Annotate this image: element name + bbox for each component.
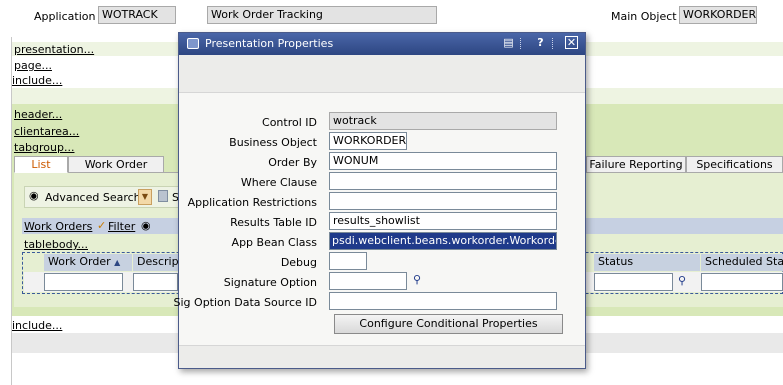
order-by-field[interactable]: WONUM (329, 152, 557, 170)
signature-option-label: Signature Option (223, 276, 317, 289)
advanced-search-button[interactable]: Advanced Search (45, 191, 141, 204)
signature-lookup-icon[interactable]: ⚲ (410, 273, 424, 287)
sig-option-data-source-id-label: Sig Option Data Source ID (173, 296, 317, 309)
page-link[interactable]: page... (14, 59, 52, 72)
signature-option-field[interactable] (329, 272, 407, 290)
app-bean-class-value: psdi.webclient.beans.workorder.Workorder… (330, 233, 556, 249)
include-link-bottom[interactable]: include... (12, 319, 62, 332)
where-clause-field[interactable] (329, 172, 557, 190)
clientarea-link[interactable]: clientarea... (14, 125, 79, 138)
main-object-field: WORKORDER (679, 6, 757, 24)
tab-list[interactable]: List (14, 156, 68, 173)
main-object-label: Main Object (611, 10, 677, 23)
title-separator-2 (552, 38, 553, 49)
presentation-properties-dialog: Presentation Properties ▤ ? ✕ Control ID… (174, 32, 586, 369)
where-clause-label: Where Clause (240, 176, 317, 189)
dialog-title-bar[interactable]: Presentation Properties ▤ ? ✕ (179, 33, 585, 55)
tab-failure-reporting[interactable]: Failure Reporting (586, 156, 686, 173)
filter-icon[interactable]: ✓ (97, 219, 106, 232)
app-bean-class-label: App Bean Class (231, 236, 317, 249)
tabgroup-link[interactable]: tabgroup... (14, 141, 74, 154)
application-field: WOTRACK (98, 6, 176, 24)
description-filter-input[interactable] (133, 273, 178, 291)
control-id-field: wotrack (329, 112, 557, 130)
sig-option-data-source-id-field[interactable] (329, 292, 557, 310)
presentation-link[interactable]: presentation... (14, 43, 94, 56)
help-icon[interactable]: ? (534, 36, 547, 50)
tab-specifications[interactable]: Specifications (686, 156, 783, 173)
app-bean-class-field[interactable]: psdi.webclient.beans.workorder.Workorder… (329, 232, 557, 250)
dialog-title: Presentation Properties (205, 37, 334, 50)
debug-label: Debug (280, 256, 317, 269)
save-query-icon[interactable] (158, 190, 168, 202)
status-filter-input[interactable] (594, 273, 673, 291)
dialog-app-icon (187, 38, 199, 49)
order-by-label: Order By (268, 156, 317, 169)
tab-work-order[interactable]: Work Order (68, 156, 164, 173)
business-object-label: Business Object (229, 136, 317, 149)
work-order-filter-input[interactable] (44, 273, 123, 291)
sort-ascending-icon[interactable]: ▲ (114, 258, 120, 267)
binoculars-icon[interactable]: ◉ (29, 190, 41, 202)
configure-conditional-properties-button[interactable]: Configure Conditional Properties (334, 314, 563, 334)
column-header-description[interactable]: Descripti (133, 254, 178, 271)
results-table-id-field[interactable]: results_showlist (329, 212, 557, 230)
find-icon[interactable]: ◉ (141, 219, 151, 232)
results-table-id-label: Results Table ID (230, 216, 317, 229)
maximize-icon[interactable]: ▤ (502, 36, 515, 50)
dialog-header-band (179, 55, 585, 93)
business-object-field[interactable]: WORKORDER (329, 132, 407, 150)
application-description-field: Work Order Tracking (207, 6, 437, 24)
title-separator-1 (520, 38, 521, 49)
table-title[interactable]: Work Orders (24, 220, 92, 233)
application-restrictions-field[interactable] (329, 192, 557, 210)
debug-field[interactable] (329, 252, 367, 270)
close-icon[interactable]: ✕ (565, 36, 578, 49)
scheduled-start-filter-input[interactable] (701, 273, 783, 291)
column-header-scheduled-start[interactable]: Scheduled Start (701, 254, 783, 271)
control-id-label: Control ID (262, 116, 317, 129)
application-label: Application (34, 10, 96, 23)
magnifier-icon[interactable]: ⚲ (675, 274, 689, 288)
header-link[interactable]: header... (14, 108, 62, 121)
tablebody-link[interactable]: tablebody... (24, 238, 88, 251)
chevron-down-icon[interactable]: ▼ (138, 189, 152, 205)
application-restrictions-label: Application Restrictions (187, 196, 317, 209)
column-header-work-order-label: Work Order (48, 255, 111, 268)
column-header-work-order[interactable]: Work Order ▲ (44, 254, 132, 271)
dialog-footer-band (179, 345, 585, 368)
column-header-status[interactable]: Status (594, 254, 700, 271)
filter-link[interactable]: Filter (108, 220, 135, 233)
include-link-top[interactable]: include... (12, 74, 62, 87)
